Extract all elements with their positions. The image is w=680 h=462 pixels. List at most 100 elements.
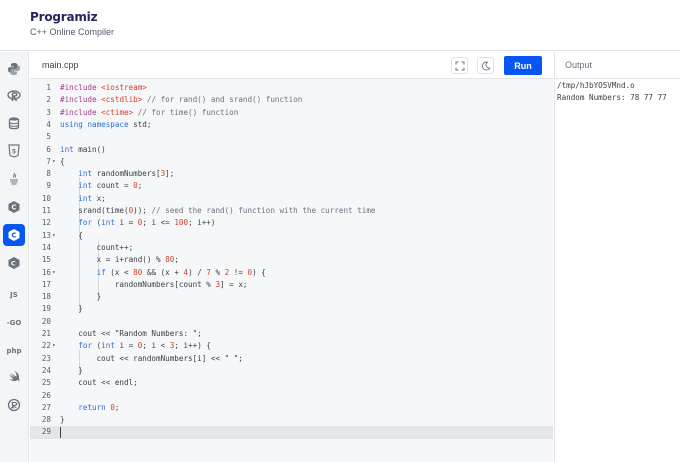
line-number: 2 bbox=[46, 95, 51, 105]
fold-toggle-icon[interactable]: ▾ bbox=[52, 267, 56, 279]
line-number: 21 bbox=[41, 329, 51, 338]
code-text: srand(time(0)); // seed the rand() funct… bbox=[60, 206, 376, 215]
fold-toggle-icon[interactable]: ▾ bbox=[52, 230, 56, 242]
fold-toggle-icon[interactable]: ▾ bbox=[52, 156, 56, 168]
line-number: 7 bbox=[46, 156, 51, 166]
output-line: Random Numbers: 78 77 77 bbox=[557, 93, 667, 102]
line-number: 24 bbox=[41, 365, 51, 375]
swift-icon[interactable] bbox=[3, 366, 25, 388]
line-number: 23 bbox=[41, 353, 51, 363]
code-line[interactable]: 20 bbox=[30, 316, 553, 328]
java-icon[interactable] bbox=[3, 168, 25, 190]
csharp-icon[interactable]: C bbox=[3, 252, 25, 274]
code-text: for (int i = 0; i < 3; i++) { bbox=[78, 341, 211, 351]
code-line[interactable]: 17 randomNumbers[count % 3] = x; bbox=[30, 279, 553, 291]
go-label: -GO bbox=[6, 319, 22, 327]
code-line[interactable]: 26 bbox=[30, 390, 553, 402]
line-number: 25 bbox=[41, 378, 51, 388]
code-line[interactable]: 22 ▾ for (int i = 0; i < 3; i++) { bbox=[30, 340, 553, 352]
run-button[interactable]: Run bbox=[504, 56, 542, 75]
code-text: #include <ctime> // for time() function bbox=[60, 107, 239, 117]
code-line[interactable]: 4 using namespace std; bbox=[30, 119, 553, 131]
c-icon[interactable]: C bbox=[3, 196, 25, 218]
language-sidebar: 5 C C C JS -GO php bbox=[0, 52, 29, 462]
code-text: { bbox=[60, 230, 83, 240]
code-text: #include <iostream> bbox=[60, 83, 147, 92]
code-line[interactable]: 12 for (int i = 0; i <= 100; i++) bbox=[30, 217, 553, 229]
code-line[interactable]: 18 } bbox=[30, 291, 553, 303]
code-text: x = i+rand() % 80; bbox=[60, 255, 179, 265]
editor-toolbar: main.cpp Run bbox=[30, 52, 553, 79]
code-line[interactable]: 8 int randomNumbers[3]; bbox=[30, 168, 553, 180]
code-line[interactable]: 23 cout << randomNumbers[i] << " "; bbox=[30, 353, 553, 365]
svg-text:C: C bbox=[11, 260, 16, 268]
output-title: Output bbox=[565, 60, 593, 70]
code-line[interactable]: 29 bbox=[30, 426, 553, 439]
output-console[interactable]: /tmp/hJbYO5VMnd.o Random Numbers: 78 77 … bbox=[554, 79, 680, 462]
fold-toggle-icon[interactable]: ▾ bbox=[52, 340, 56, 352]
line-number: 13 bbox=[41, 230, 51, 240]
code-line[interactable]: 13 ▾ { bbox=[30, 230, 553, 242]
file-tab[interactable]: main.cpp bbox=[42, 60, 79, 70]
code-line[interactable]: 10 int x; bbox=[30, 193, 553, 205]
code-line[interactable]: 19 } bbox=[30, 303, 553, 315]
code-line[interactable]: 2 #include <cstdlib> // for rand() and sr… bbox=[30, 94, 553, 106]
svg-text:C: C bbox=[11, 204, 16, 212]
go-icon[interactable]: -GO bbox=[3, 312, 25, 334]
code-line[interactable]: 16 ▾ if (x < 80 && (x + 4) / 7 % 2 != 0) … bbox=[30, 267, 553, 279]
svg-text:5: 5 bbox=[12, 149, 16, 156]
code-text: randomNumbers[count % 3] = x; bbox=[60, 279, 248, 289]
line-number: 14 bbox=[41, 242, 51, 252]
code-text: } bbox=[60, 304, 83, 314]
cpp-icon[interactable]: C bbox=[3, 224, 25, 246]
js-icon[interactable]: JS bbox=[3, 284, 25, 306]
code-line[interactable]: 24 } bbox=[30, 365, 553, 377]
python-icon[interactable] bbox=[3, 58, 25, 80]
html-icon[interactable]: 5 bbox=[3, 140, 25, 162]
code-text: } bbox=[60, 415, 65, 425]
code-line[interactable]: 21 cout << "Random Numbers: "; bbox=[30, 328, 553, 340]
code-line[interactable]: 15 x = i+rand() % 80; bbox=[30, 254, 553, 266]
sql-icon[interactable] bbox=[3, 112, 25, 134]
line-number: 6 bbox=[46, 144, 51, 154]
code-line[interactable]: 27 return 0; bbox=[30, 402, 553, 414]
code-line[interactable]: 5 bbox=[30, 131, 553, 143]
code-line[interactable]: 14 count++; bbox=[30, 242, 553, 254]
php-icon[interactable]: php bbox=[3, 340, 25, 362]
code-text: { bbox=[60, 156, 65, 166]
js-label: JS bbox=[10, 291, 18, 299]
code-line[interactable]: 28} bbox=[30, 414, 553, 426]
line-number: 18 bbox=[41, 292, 51, 302]
code-text: if (x < 80 && (x + 4) / 7 % 2 != 0) { bbox=[96, 267, 266, 277]
line-number: 20 bbox=[41, 316, 51, 326]
line-number: 26 bbox=[41, 390, 51, 400]
app-header: Programiz C++ Online Compiler bbox=[0, 0, 680, 51]
line-number: 19 bbox=[41, 304, 51, 314]
code-line[interactable]: 7 ▾ { bbox=[30, 156, 553, 168]
code-text: int count = 0; bbox=[78, 181, 143, 191]
code-text: int randomNumbers[3]; bbox=[78, 169, 175, 179]
fullscreen-icon bbox=[455, 61, 464, 70]
code-line[interactable]: 25 cout << endl; bbox=[30, 377, 553, 389]
code-text: using namespace std; bbox=[60, 119, 152, 129]
line-number: 29 bbox=[41, 427, 51, 437]
code-line[interactable]: 3 #include <ctime> // for time() function bbox=[30, 107, 553, 119]
code-line[interactable]: 1 #include <iostream> bbox=[30, 82, 553, 94]
programiz-logo[interactable]: Programiz bbox=[30, 10, 98, 24]
code-text: return 0; bbox=[78, 402, 120, 412]
code-text: cout << "Random Numbers: "; bbox=[60, 329, 202, 338]
rust-icon[interactable] bbox=[3, 394, 25, 416]
code-editor[interactable]: 1 #include <iostream> 2 #include <cstdlib> … bbox=[30, 79, 553, 462]
fullscreen-button[interactable] bbox=[451, 57, 468, 74]
code-line[interactable]: 9 int count = 0; bbox=[30, 180, 553, 192]
theme-toggle-button[interactable] bbox=[477, 57, 494, 74]
line-number: 3 bbox=[46, 107, 51, 117]
line-number: 11 bbox=[41, 206, 51, 215]
code-line[interactable]: 11 srand(time(0)); // seed the rand() fu… bbox=[30, 205, 553, 217]
code-text: cout << randomNumbers[i] << " "; bbox=[60, 353, 243, 363]
code-line[interactable]: 6 int main() bbox=[30, 144, 553, 156]
page-subtitle: C++ Online Compiler bbox=[30, 27, 115, 37]
line-number: 9 bbox=[46, 181, 51, 191]
r-icon[interactable] bbox=[3, 85, 25, 107]
code-text: count++; bbox=[60, 242, 134, 252]
